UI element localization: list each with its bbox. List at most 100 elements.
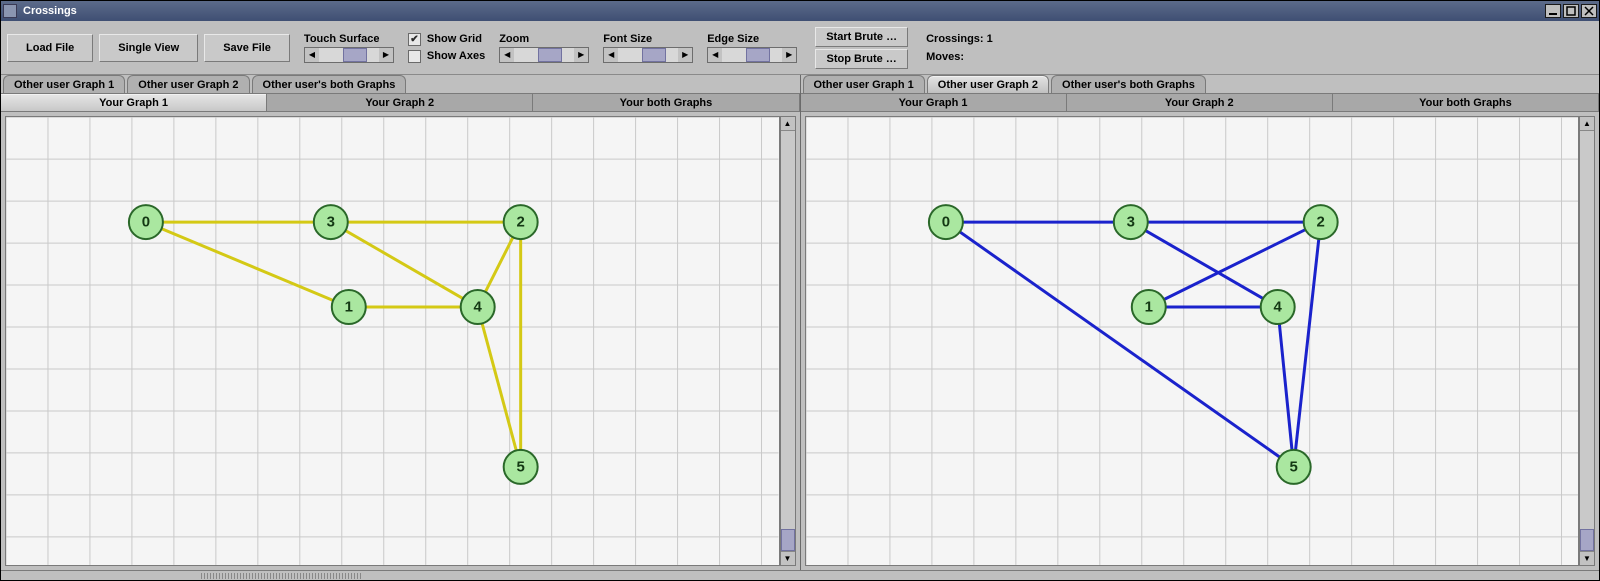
single-view-button[interactable]: Single View [99,34,198,62]
svg-text:4: 4 [1273,299,1282,316]
scroll-left-icon[interactable]: ◀ [500,48,514,62]
scroll-thumb[interactable] [781,529,795,551]
show-grid-label: Show Grid [427,33,482,45]
start-brute-button[interactable]: Start Brute … [815,27,908,47]
graph-node-4[interactable]: 4 [461,290,495,324]
scroll-down-icon[interactable]: ▼ [1580,551,1594,565]
right-panel: Other user Graph 1 Other user Graph 2 Ot… [801,75,1600,570]
font-size-scroller[interactable]: ◀ ▶ [603,47,693,63]
tab-other-user-1[interactable]: Other user Graph 1 [803,75,925,93]
crossings-value: 1 [987,33,993,45]
left-graph-svg[interactable]: 0 1 2 3 4 5 [6,117,779,565]
svg-text:3: 3 [327,214,335,231]
scroll-right-icon[interactable]: ▶ [678,48,692,62]
window-title: Crossings [23,5,77,17]
left-scrollbar[interactable]: ▲ ▼ [780,116,796,566]
font-size-label: Font Size [603,33,652,45]
touch-surface-label: Touch Surface [304,33,380,45]
tab-your-both[interactable]: Your both Graphs [1333,94,1599,112]
app-icon [3,4,17,18]
graph-node-1[interactable]: 1 [332,290,366,324]
left-tabs-top: Other user Graph 1 Other user Graph 2 Ot… [1,75,800,93]
minimize-button[interactable] [1545,4,1561,18]
graph-edge[interactable] [478,307,521,467]
zoom-control: Zoom ◀ ▶ [499,33,589,63]
scroll-thumb[interactable] [746,48,770,62]
graph-node-5[interactable]: 5 [504,450,538,484]
right-tabs-bottom: Your Graph 1 Your Graph 2 Your both Grap… [801,93,1600,111]
edge-size-scroller[interactable]: ◀ ▶ [707,47,797,63]
graph-node-0[interactable]: 0 [928,205,962,239]
tab-your-both[interactable]: Your both Graphs [533,94,799,112]
tab-your-1[interactable]: Your Graph 1 [1,94,267,112]
stop-brute-button[interactable]: Stop Brute … [815,49,908,69]
graph-edge[interactable] [945,222,1293,467]
graph-node-3[interactable]: 3 [1113,205,1147,239]
tab-other-both[interactable]: Other user's both Graphs [252,75,407,93]
graph-node-4[interactable]: 4 [1260,290,1294,324]
show-axes-row[interactable]: Show Axes [408,50,485,63]
graph-edge[interactable] [1277,307,1293,467]
svg-text:0: 0 [941,214,949,231]
svg-text:2: 2 [1316,214,1324,231]
show-axes-label: Show Axes [427,50,485,62]
show-grid-checkbox[interactable]: ✔ [408,33,421,46]
font-size-control: Font Size ◀ ▶ [603,33,693,63]
app-window: Crossings Load File Single View Save Fil… [0,0,1600,581]
right-canvas[interactable]: 0 1 2 3 4 5 [805,116,1580,566]
resize-grip[interactable] [1,570,1599,580]
close-button[interactable] [1581,4,1597,18]
graph-node-3[interactable]: 3 [314,205,348,239]
save-file-button[interactable]: Save File [204,34,290,62]
moves-label: Moves: [926,51,964,63]
left-panel: Other user Graph 1 Other user Graph 2 Ot… [1,75,801,570]
scroll-right-icon[interactable]: ▶ [379,48,393,62]
show-grid-row[interactable]: ✔ Show Grid [408,33,485,46]
tab-your-2[interactable]: Your Graph 2 [1067,94,1333,112]
scroll-thumb[interactable] [343,48,367,62]
scroll-left-icon[interactable]: ◀ [604,48,618,62]
scroll-right-icon[interactable]: ▶ [782,48,796,62]
scroll-up-icon[interactable]: ▲ [781,117,795,131]
scroll-left-icon[interactable]: ◀ [708,48,722,62]
scroll-thumb[interactable] [1580,529,1594,551]
right-scrollbar[interactable]: ▲ ▼ [1579,116,1595,566]
graph-node-2[interactable]: 2 [504,205,538,239]
scroll-thumb[interactable] [642,48,666,62]
scroll-up-icon[interactable]: ▲ [1580,117,1594,131]
graph-node-0[interactable]: 0 [129,205,163,239]
tab-your-2[interactable]: Your Graph 2 [267,94,533,112]
scroll-down-icon[interactable]: ▼ [781,551,795,565]
maximize-button[interactable] [1563,4,1579,18]
scroll-left-icon[interactable]: ◀ [305,48,319,62]
load-file-button[interactable]: Load File [7,34,93,62]
tab-other-user-1[interactable]: Other user Graph 1 [3,75,125,93]
svg-text:3: 3 [1126,214,1134,231]
svg-text:0: 0 [142,214,150,231]
scroll-thumb[interactable] [538,48,562,62]
touch-surface-scroller[interactable]: ◀ ▶ [304,47,394,63]
touch-surface-control: Touch Surface ◀ ▶ [304,33,394,63]
tab-other-user-2[interactable]: Other user Graph 2 [127,75,249,93]
svg-text:1: 1 [345,299,353,316]
tab-your-1[interactable]: Your Graph 1 [801,94,1067,112]
svg-text:5: 5 [516,458,524,475]
graph-edge[interactable] [1293,222,1320,467]
tab-other-user-2[interactable]: Other user Graph 2 [927,75,1049,93]
right-graph-svg[interactable]: 0 1 2 3 4 5 [806,117,1579,565]
scroll-right-icon[interactable]: ▶ [574,48,588,62]
graph-node-1[interactable]: 1 [1131,290,1165,324]
graph-node-2[interactable]: 2 [1303,205,1337,239]
panels: Other user Graph 1 Other user Graph 2 Ot… [1,75,1599,570]
svg-text:2: 2 [516,214,524,231]
right-tabs-top: Other user Graph 1 Other user Graph 2 Ot… [801,75,1600,93]
zoom-scroller[interactable]: ◀ ▶ [499,47,589,63]
titlebar[interactable]: Crossings [1,1,1599,21]
status-block: Crossings: 1 Moves: [926,33,993,63]
tab-other-both[interactable]: Other user's both Graphs [1051,75,1206,93]
edge-size-control: Edge Size ◀ ▶ [707,33,797,63]
graph-edge[interactable] [1148,222,1320,307]
show-axes-checkbox[interactable] [408,50,421,63]
left-canvas[interactable]: 0 1 2 3 4 5 [5,116,780,566]
graph-node-5[interactable]: 5 [1276,450,1310,484]
